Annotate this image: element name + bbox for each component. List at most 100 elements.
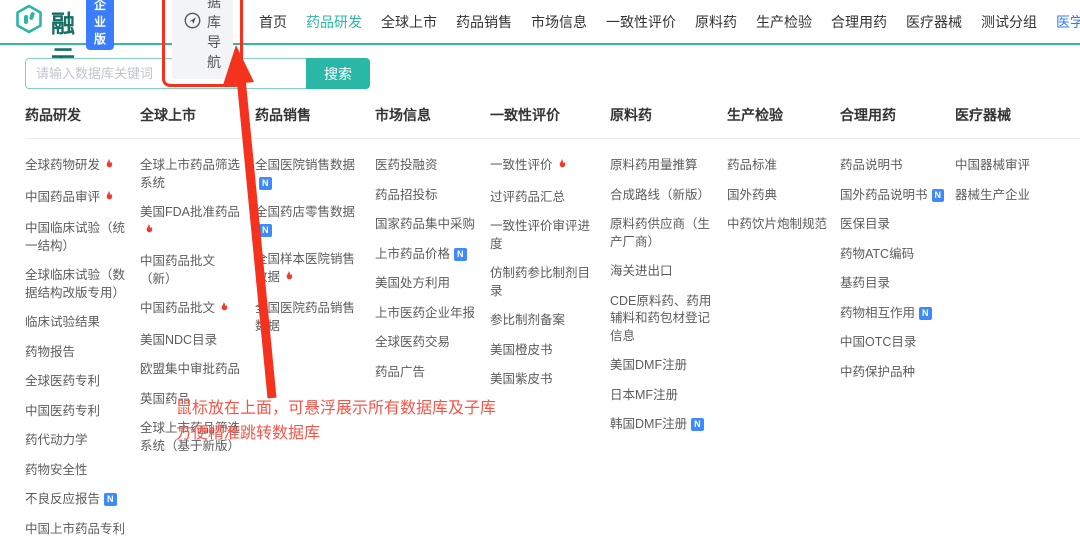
annotation-line-2: 方便精准跳转数据库 — [176, 421, 496, 446]
menu-item-label: 器械生产企业 — [955, 188, 1030, 202]
new-badge: N — [104, 493, 117, 506]
nav-item-3[interactable]: 药品销售 — [456, 12, 512, 32]
menu-item[interactable]: 中国OTC目录 — [840, 334, 945, 352]
menu-item[interactable]: 中国器械审评 — [955, 157, 1055, 175]
menu-item[interactable]: 器械生产企业 — [955, 187, 1055, 205]
menu-column-8: 中国器械审评器械生产企业 — [955, 157, 1065, 550]
menu-item-label: 药品广告 — [375, 365, 425, 379]
menu-item-label: 药物安全性 — [25, 463, 88, 477]
menu-column-7: 药品说明书国外药品说明书 N 医保目录药物ATC编码基药目录药物相互作用N 中国OTC… — [840, 157, 955, 550]
menu-item[interactable]: 中国药品审评 — [25, 189, 130, 209]
menu-item[interactable]: 中国医药专利 — [25, 403, 130, 421]
menu-item[interactable]: 全球临床试验（数据结构改版专用） — [25, 267, 130, 302]
new-badge: N — [259, 177, 272, 190]
new-badge: N — [932, 189, 945, 202]
menu-item[interactable]: 美国NDC目录 — [140, 332, 245, 350]
nav-item-1[interactable]: 药品研发 — [306, 12, 362, 32]
menu-item[interactable]: 仿制药参比制剂目录 — [490, 265, 600, 300]
nav-item-0[interactable]: 首页 — [259, 12, 287, 32]
menu-item[interactable]: 韩国DMF注册N — [610, 416, 717, 434]
menu-item[interactable]: 中国药品批文（新） — [140, 253, 245, 288]
annotation-line-1: 鼠标放在上面，可悬浮展示所有数据库及子库 — [176, 396, 496, 421]
menu-item[interactable]: 欧盟集中审批药品 — [140, 361, 245, 379]
menu-item[interactable]: 药品招投标 — [375, 187, 480, 205]
menu-item[interactable]: 全国医院销售数据N — [255, 157, 365, 192]
menu-item[interactable]: 中国临床试验（统一结构） — [25, 220, 130, 255]
menu-item-label: 一致性评价 — [490, 158, 553, 172]
menu-item[interactable]: 美国处方利用 — [375, 275, 480, 293]
menu-item[interactable]: 原料药用量推算 — [610, 157, 717, 175]
menu-item[interactable]: 海关进出口 — [610, 263, 717, 281]
search-button[interactable]: 搜索 — [306, 58, 370, 89]
database-navigation-button[interactable]: 数据库导航 — [172, 0, 233, 79]
menu-item[interactable]: 合成路线（新版） — [610, 187, 717, 205]
nav-item-10[interactable]: 测试分组 — [981, 12, 1037, 32]
menu-column-title-8: 医疗器械 — [955, 105, 1065, 138]
menu-item-label: 美国紫皮书 — [490, 372, 553, 386]
menu-item[interactable]: 中国上市药品专利 — [25, 521, 130, 539]
menu-item[interactable]: 上市药品价格N — [375, 246, 480, 264]
menu-item-label: 中国临床试验（统一结构） — [25, 221, 125, 253]
menu-item[interactable]: 过评药品汇总 — [490, 189, 600, 207]
menu-item[interactable]: 国外药品说明书 N — [840, 187, 945, 205]
nav-item-5[interactable]: 一致性评价 — [606, 12, 676, 32]
menu-item[interactable]: 日本MF注册 — [610, 387, 717, 405]
menu-item[interactable]: 药物相互作用N — [840, 305, 945, 323]
search-input[interactable] — [25, 58, 306, 89]
menu-item[interactable]: 药品说明书 — [840, 157, 945, 175]
hot-fire-icon — [218, 301, 229, 320]
menu-item[interactable]: 中国药品批文 — [140, 300, 245, 320]
nav-item-4[interactable]: 市场信息 — [531, 12, 587, 32]
menu-item[interactable]: 医保目录 — [840, 216, 945, 234]
menu-item[interactable]: 一致性评价审评进度 — [490, 218, 600, 253]
menu-item[interactable]: 国家药品集中采购 — [375, 216, 480, 234]
menu-item[interactable]: 全国样本医院销售数据 — [255, 251, 365, 288]
menu-item[interactable]: 基药目录 — [840, 275, 945, 293]
menu-item[interactable]: CDE原料药、药用辅料和药包材登记信息 — [610, 293, 717, 346]
menu-item[interactable]: 上市医药企业年报 — [375, 305, 480, 323]
menu-item-label: 中药饮片炮制规范 — [727, 217, 827, 231]
menu-item[interactable]: 美国DMF注册 — [610, 357, 717, 375]
menu-item[interactable]: 国外药典 — [727, 187, 830, 205]
menu-item[interactable]: 药品标准 — [727, 157, 830, 175]
nav-item-2[interactable]: 全球上市 — [381, 12, 437, 32]
menu-item[interactable]: 全球药物研发 — [25, 157, 130, 177]
menu-item[interactable]: 药物报告 — [25, 344, 130, 362]
menu-item[interactable]: 原料药供应商（生产厂商） — [610, 216, 717, 251]
menu-item[interactable]: 全球医药交易 — [375, 334, 480, 352]
menu-item-label: 上市药品价格 — [375, 247, 450, 261]
menu-item[interactable]: 一致性评价 — [490, 157, 600, 177]
nav-item-9[interactable]: 医疗器械 — [906, 12, 962, 32]
menu-item[interactable]: 全国药店零售数据N — [255, 204, 365, 239]
menu-item[interactable]: 药代动力学 — [25, 432, 130, 450]
menu-column-6: 药品标准国外药典中药饮片炮制规范 — [727, 157, 840, 550]
menu-item[interactable]: 参比制剂备案 — [490, 312, 600, 330]
menu-item-label: 药物相互作用 — [840, 306, 915, 320]
menu-item[interactable]: 临床试验结果 — [25, 314, 130, 332]
menu-item[interactable]: 美国紫皮书 — [490, 371, 600, 389]
menu-item-label: 国外药品说明书 — [840, 188, 928, 202]
menu-item-label: 全国样本医院销售数据 — [255, 252, 355, 284]
menu-item[interactable]: 药物ATC编码 — [840, 246, 945, 264]
menu-item[interactable]: 全球上市药品筛选系统 — [140, 157, 245, 192]
menu-item[interactable]: 药品广告 — [375, 364, 480, 382]
menu-item[interactable]: 全球医药专利 — [25, 373, 130, 391]
menu-item-label: 药物ATC编码 — [840, 247, 914, 261]
nav-item-6[interactable]: 原料药 — [695, 12, 737, 32]
menu-item[interactable]: 药物安全性 — [25, 462, 130, 480]
menu-item[interactable]: 不良反应报告N — [25, 491, 130, 509]
menu-item[interactable]: 中药饮片炮制规范 — [727, 216, 830, 234]
hot-fire-icon — [283, 270, 294, 289]
menu-item[interactable]: 美国橙皮书 — [490, 342, 600, 360]
nav-item-7[interactable]: 生产检验 — [756, 12, 812, 32]
menu-item[interactable]: 美国FDA批准药品 — [140, 204, 245, 241]
menu-column-5: 原料药用量推算合成路线（新版） 原料药供应商（生产厂商） 海关进出口 CDE原料药、药… — [610, 157, 727, 550]
menu-item[interactable]: 医药投融资 — [375, 157, 480, 175]
nav-item-11[interactable]: 医学文献检索 — [1056, 12, 1080, 32]
menu-item-label: 国家药品集中采购 — [375, 217, 475, 231]
menu-item-label: 中药保护品种 — [840, 365, 915, 379]
db-nav-wrapper: 数据库导航 — [172, 0, 233, 79]
nav-item-8[interactable]: 合理用药 — [831, 12, 887, 32]
menu-item[interactable]: 中药保护品种 — [840, 364, 945, 382]
menu-item[interactable]: 全国医院药品销售数据 — [255, 300, 365, 335]
